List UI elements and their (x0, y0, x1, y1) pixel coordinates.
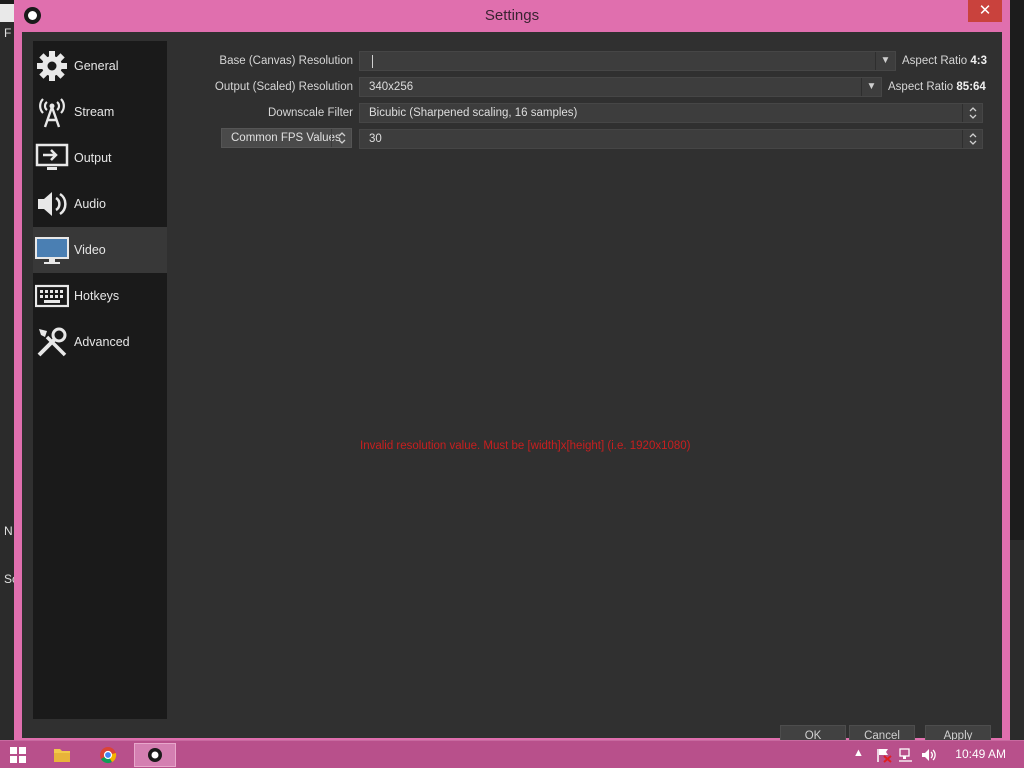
settings-sidebar: General Stream Output Audio Video Hotkey… (33, 41, 167, 719)
chevron-down-icon[interactable]: ▼ (875, 52, 895, 70)
settings-window: Settings ✕ General Stream Output Audio V… (14, 0, 1010, 745)
output-icon (35, 143, 69, 170)
sidebar-item-label: Stream (74, 105, 115, 119)
taskbar-file-explorer[interactable] (42, 743, 82, 767)
updown-arrow-icon[interactable] (962, 130, 982, 148)
broadcast-icon (39, 98, 65, 128)
sidebar-item-general[interactable]: General (33, 43, 167, 89)
taskbar-chrome[interactable] (88, 743, 128, 767)
background-window-edge (0, 22, 14, 742)
text-caret (372, 55, 373, 68)
taskbar: ▲ 10:49 AM (0, 740, 1024, 768)
gear-icon (37, 51, 67, 81)
close-button[interactable]: ✕ (968, 0, 1002, 22)
base-resolution-input[interactable]: ▼ (359, 51, 896, 71)
sidebar-item-label: Output (74, 151, 112, 165)
background-obs-icon (0, 4, 14, 22)
base-resolution-label: Base (Canvas) Resolution (219, 55, 353, 67)
network-icon[interactable] (898, 747, 914, 763)
sidebar-item-label: Audio (74, 197, 106, 211)
sidebar-item-label: Hotkeys (74, 289, 120, 303)
folder-icon (54, 749, 70, 762)
sidebar-item-audio[interactable]: Audio (33, 181, 167, 227)
taskbar-clock[interactable]: 10:49 AM (955, 747, 1006, 761)
downscale-filter-label: Downscale Filter (268, 107, 353, 119)
sidebar-item-output[interactable]: Output (33, 135, 167, 181)
monitor-icon (35, 237, 69, 264)
sidebar-item-video[interactable]: Video (33, 227, 167, 273)
tray-overflow-arrow[interactable]: ▲ (853, 747, 864, 759)
background-menu-fragment: F (4, 26, 12, 40)
updown-arrow-icon[interactable] (962, 104, 982, 122)
base-aspect-ratio: Aspect Ratio 4:3 (902, 55, 988, 67)
downscale-filter-select[interactable]: Bicubic (Sharpened scaling, 16 samples) (359, 103, 983, 123)
window-title: Settings (484, 7, 540, 24)
chrome-icon (100, 747, 117, 764)
obs-icon (148, 748, 162, 762)
windows-start-icon[interactable] (10, 747, 26, 763)
fps-type-select[interactable]: Common FPS Values (221, 128, 352, 148)
tools-icon (37, 327, 67, 357)
sidebar-item-label: General (74, 59, 119, 73)
resolution-error-message: Invalid resolution value. Must be [width… (360, 440, 691, 452)
fps-value-select[interactable]: 30 (359, 129, 983, 149)
sidebar-item-label: Advanced (74, 335, 130, 349)
sidebar-item-advanced[interactable]: Advanced (33, 319, 167, 365)
settings-content: General Stream Output Audio Video Hotkey… (22, 32, 1002, 745)
sidebar-item-label: Video (74, 243, 106, 257)
taskbar-obs[interactable] (134, 743, 176, 767)
output-resolution-select[interactable]: 340x256 ▼ (359, 77, 882, 97)
chevron-down-icon[interactable]: ▼ (861, 78, 881, 96)
sidebar-item-hotkeys[interactable]: Hotkeys (33, 273, 167, 319)
title-bar[interactable]: Settings ✕ (14, 0, 1010, 32)
output-aspect-ratio: Aspect Ratio 85:64 (888, 81, 986, 93)
keyboard-icon (35, 284, 69, 308)
background-label-fragment: N (4, 524, 13, 538)
volume-icon[interactable] (920, 747, 938, 763)
sidebar-item-stream[interactable]: Stream (33, 89, 167, 135)
updown-arrow-icon[interactable] (331, 129, 351, 147)
output-resolution-label: Output (Scaled) Resolution (214, 81, 353, 93)
speaker-icon (38, 192, 67, 216)
action-center-flag-icon[interactable] (876, 747, 892, 763)
